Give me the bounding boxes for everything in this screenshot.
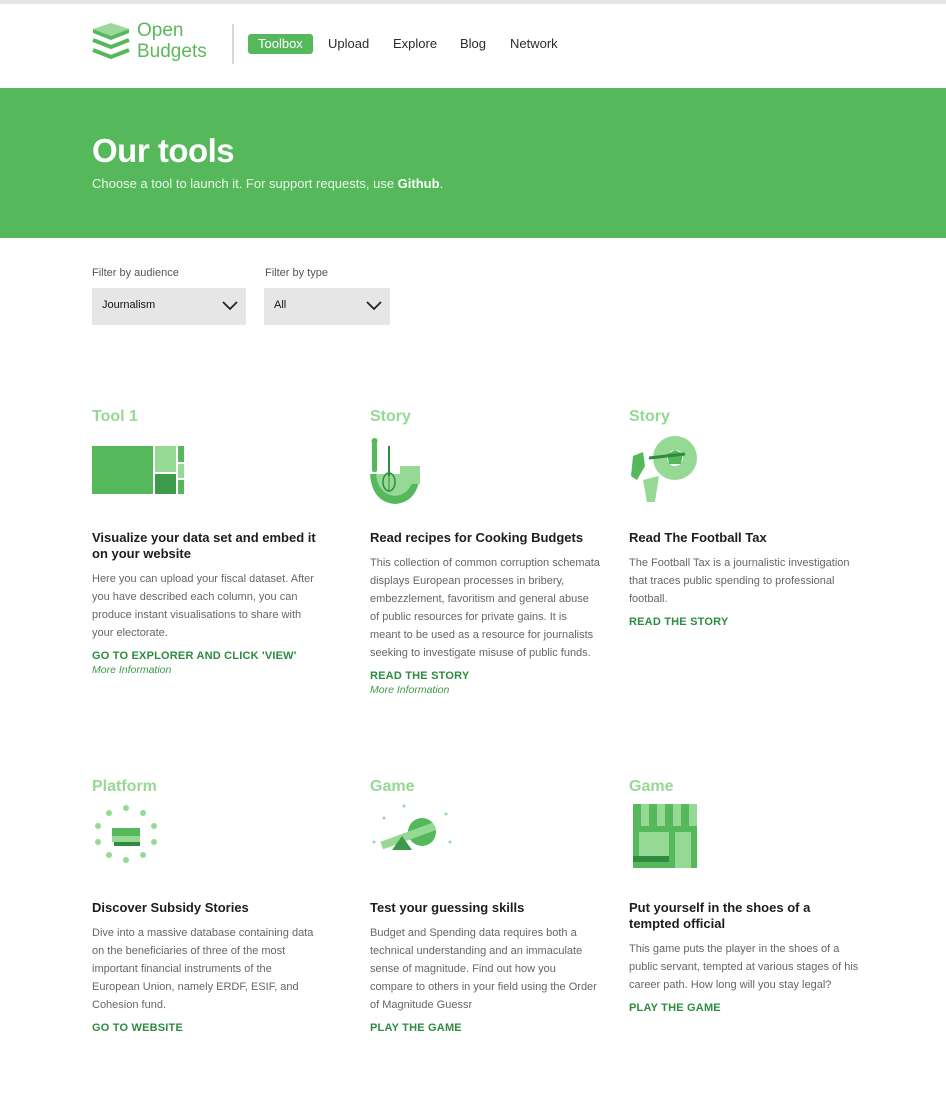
tool-card: Story Read recipes for Cooking Budgets T… <box>370 408 600 696</box>
nav-explore[interactable]: Explore <box>393 34 437 54</box>
tool-card: Story Read The Football Tax The Football… <box>629 408 859 628</box>
hero-subtitle-text: Choose a tool to launch it. For support … <box>92 176 398 191</box>
magnitude-scale-icon <box>370 804 600 876</box>
hero-banner: Our tools Choose a tool to launch it. Fo… <box>0 88 946 238</box>
card-action-link[interactable]: READ THE STORY <box>629 616 859 628</box>
card-action-link[interactable]: GO TO EXPLORER AND CLICK 'VIEW' <box>92 650 322 662</box>
site-header: Open Budgets Toolbox Upload Explore Blog… <box>0 4 946 88</box>
filter-audience-select[interactable]: Journalism <box>92 288 246 325</box>
open-budgets-logo[interactable]: Open Budgets <box>91 20 221 66</box>
tool-card: Platform Discover Subsidy Stories Dive i… <box>92 778 322 1034</box>
filter-audience-value: Journalism <box>102 299 156 311</box>
page-title: Our tools <box>92 132 235 169</box>
card-title: Test your guessing skills <box>370 900 525 915</box>
tool-card: Game Test your guessing skills Budget an… <box>370 778 600 1034</box>
chevron-down-icon <box>366 301 382 311</box>
card-description: This collection of common corruption sch… <box>370 557 600 659</box>
nav-toolbox[interactable]: Toolbox <box>248 34 313 54</box>
nav-blog[interactable]: Blog <box>460 34 486 54</box>
chevron-down-icon <box>222 301 238 311</box>
card-category: Story <box>370 408 411 425</box>
more-information-link[interactable]: More Information <box>370 684 600 696</box>
tool-card: Game Put yourself in the shoes of a temp… <box>629 778 859 1014</box>
github-link[interactable]: Github <box>398 176 440 191</box>
treemap-icon <box>92 436 322 506</box>
card-description: Budget and Spending data requires both a… <box>370 927 597 1011</box>
football-icon <box>629 436 859 506</box>
logo-line-open: Open <box>137 20 184 41</box>
card-description: Here you can upload your fiscal dataset.… <box>92 573 314 639</box>
layers-logo-icon <box>92 23 130 60</box>
filter-type-select[interactable]: All <box>264 288 390 325</box>
card-category: Game <box>370 778 415 795</box>
logo-wordmark: Open Budgets <box>137 20 207 62</box>
card-title: Put yourself in the shoes of a tempted o… <box>629 900 811 931</box>
tool-card: Tool 1 Visualize your data set and embed… <box>92 408 322 676</box>
nav-network[interactable]: Network <box>510 34 558 54</box>
header-divider <box>232 24 234 64</box>
hero-subtitle: Choose a tool to launch it. For support … <box>92 176 443 191</box>
logo-line-budgets: Budgets <box>137 41 207 62</box>
filter-audience-label: Filter by audience <box>92 267 179 279</box>
filter-type-label: Filter by type <box>265 267 328 279</box>
card-title: Visualize your data set and embed it on … <box>92 530 316 561</box>
card-category: Platform <box>92 778 157 795</box>
more-information-link[interactable]: More Information <box>92 664 322 676</box>
card-category: Story <box>629 408 670 425</box>
card-description: Dive into a massive database containing … <box>92 927 314 1011</box>
card-action-link[interactable]: READ THE STORY <box>370 670 600 682</box>
filter-type-value: All <box>274 299 287 311</box>
shop-icon <box>629 804 859 876</box>
card-title: Read The Football Tax <box>629 530 767 545</box>
card-action-link[interactable]: PLAY THE GAME <box>370 1022 600 1034</box>
card-category: Tool 1 <box>92 408 138 425</box>
hero-subtitle-end: . <box>439 176 444 191</box>
card-title: Read recipes for Cooking Budgets <box>370 530 584 545</box>
eu-stars-money-icon <box>92 805 322 876</box>
card-action-link[interactable]: GO TO WEBSITE <box>92 1022 322 1034</box>
nav-upload[interactable]: Upload <box>328 34 369 54</box>
card-description: This game puts the player in the shoes o… <box>629 943 859 991</box>
card-description: The Football Tax is a journalistic inves… <box>629 557 850 605</box>
card-category: Game <box>629 778 674 795</box>
card-title: Discover Subsidy Stories <box>92 900 249 915</box>
cooking-icon <box>370 436 600 506</box>
card-action-link[interactable]: PLAY THE GAME <box>629 1002 859 1014</box>
